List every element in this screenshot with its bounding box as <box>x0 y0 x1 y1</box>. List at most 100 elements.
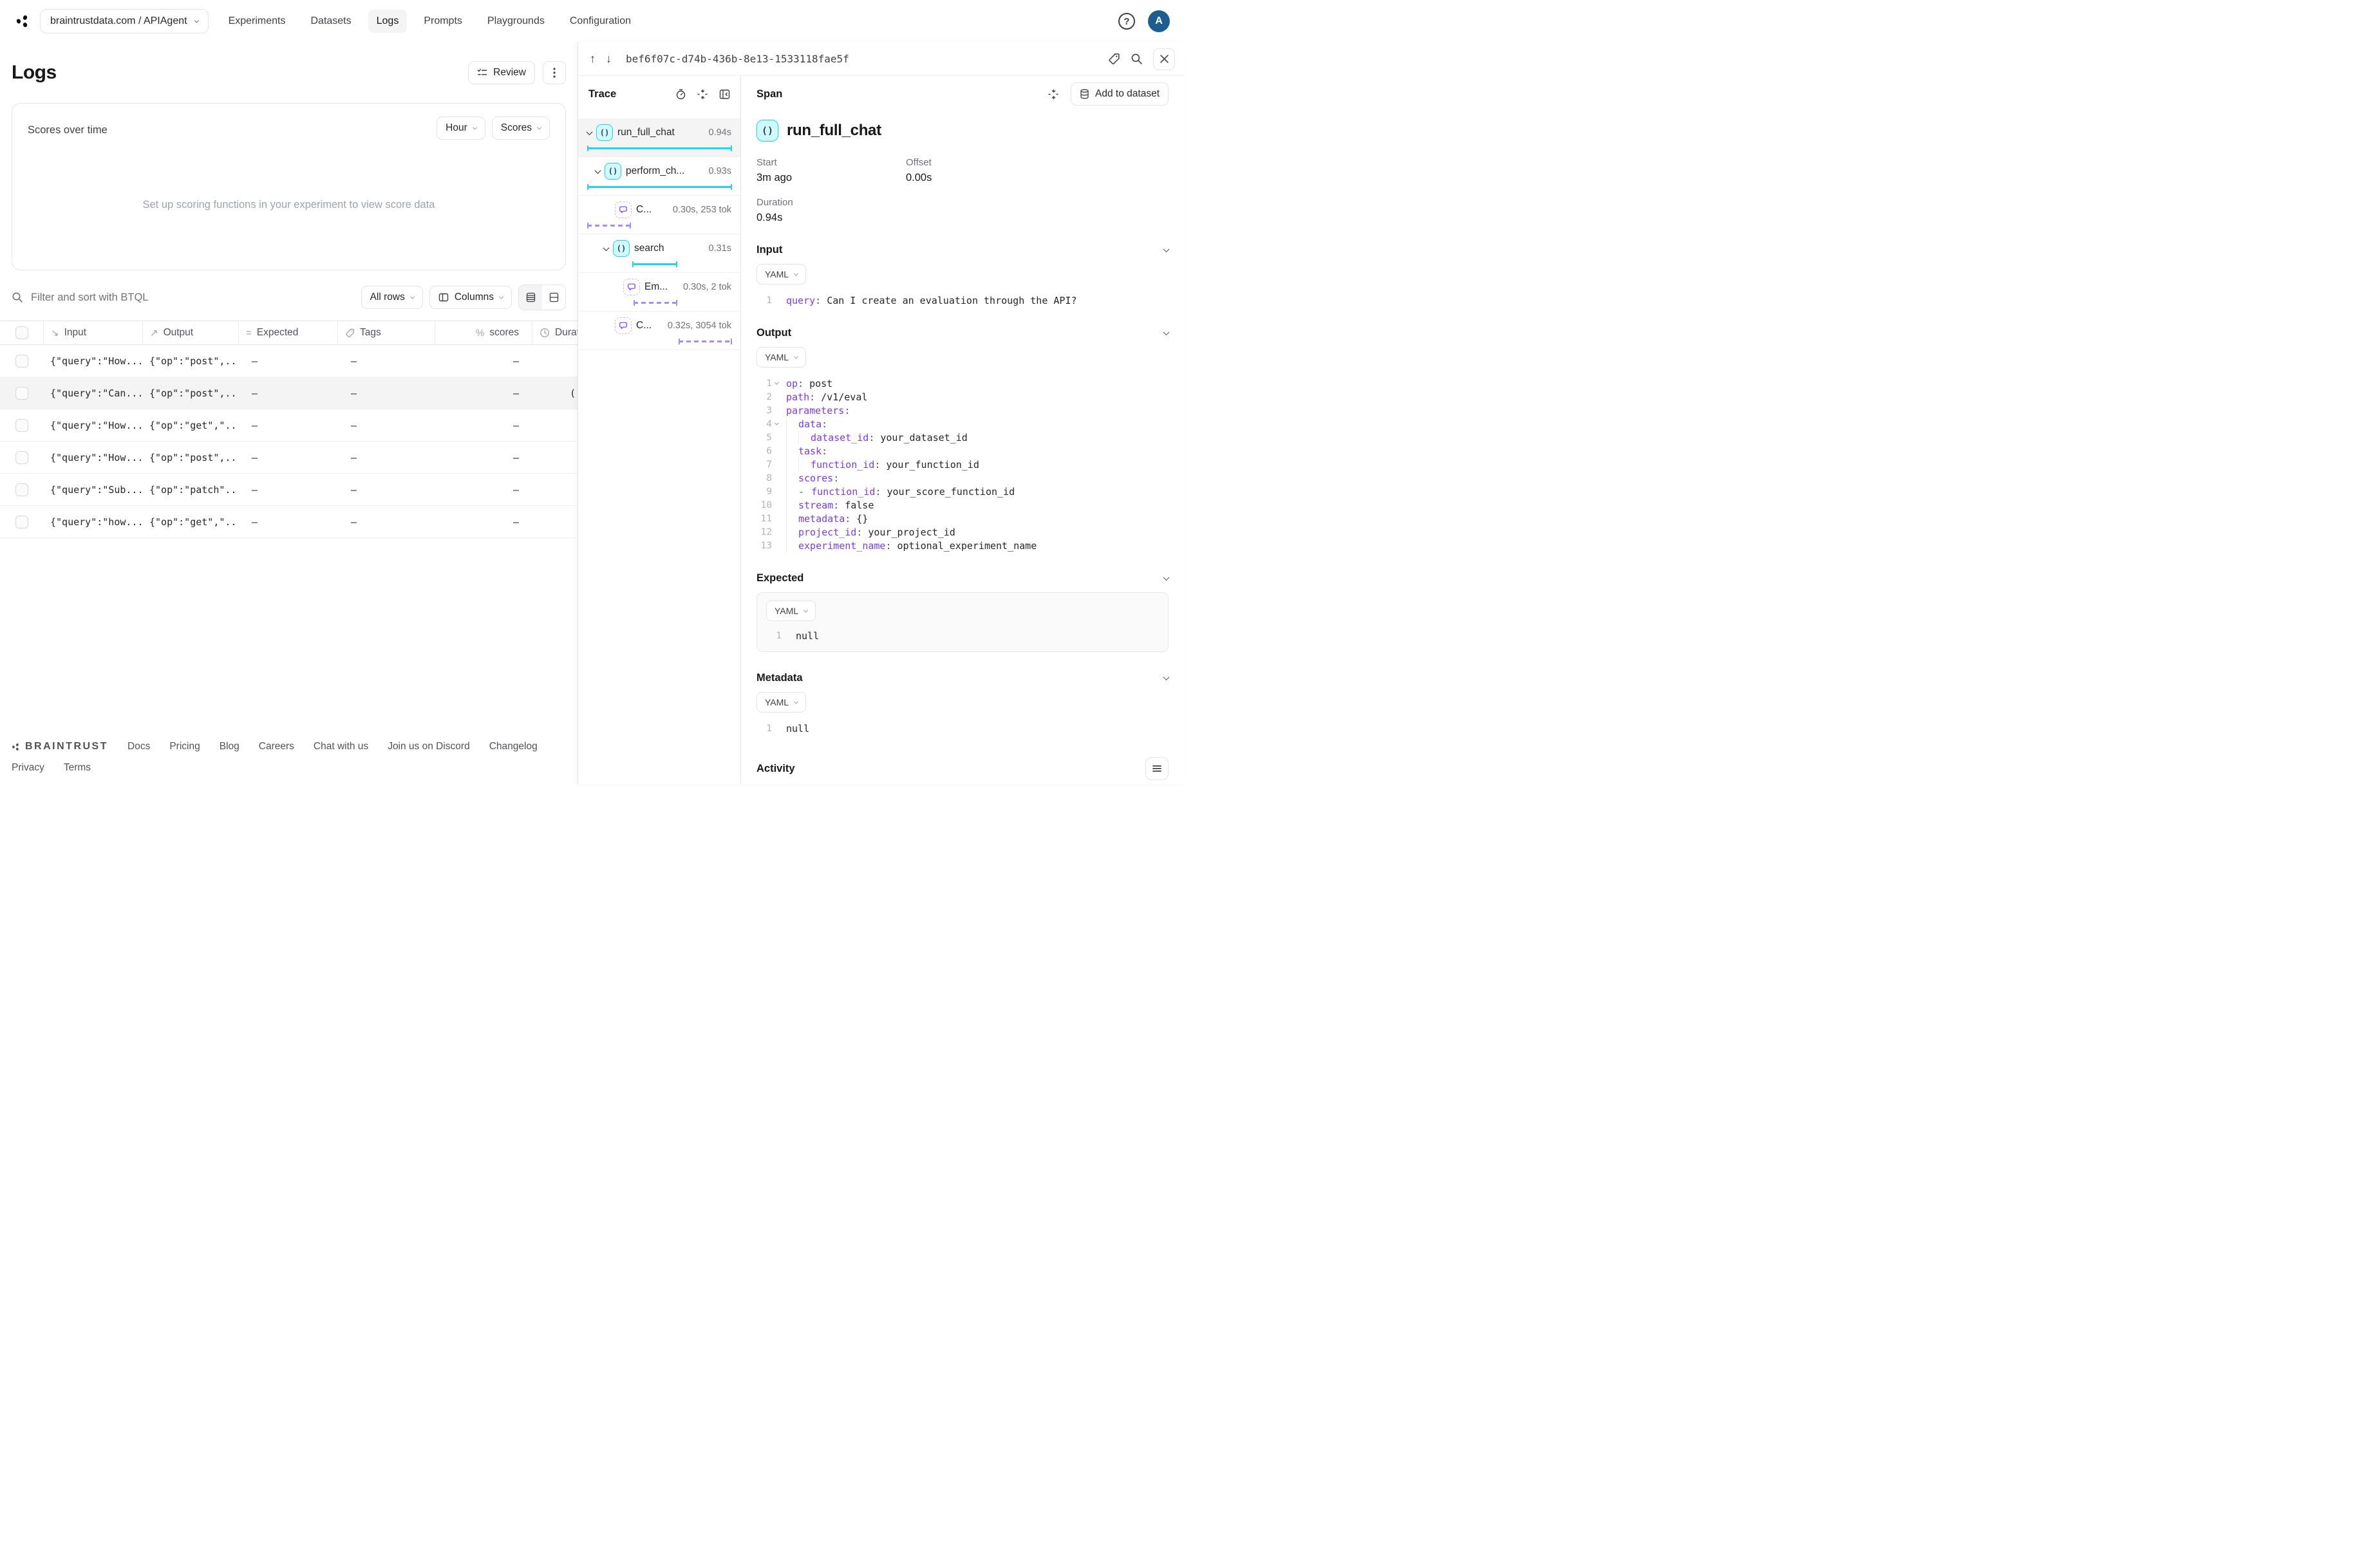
review-button[interactable]: Review <box>468 61 535 84</box>
nav-item-logs[interactable]: Logs <box>368 10 408 33</box>
dense-view-icon[interactable] <box>519 285 542 310</box>
collapse-panel-icon[interactable] <box>719 89 730 100</box>
table-row[interactable]: {"query":"how... {"op":"get","... – – – <box>0 506 605 538</box>
trace-node-embedding[interactable]: Em... 0.30s, 2 tok <box>578 273 740 312</box>
footer-link-docs[interactable]: Docs <box>127 741 150 752</box>
interval-dropdown[interactable]: Hour <box>437 117 485 140</box>
format-dropdown[interactable]: YAML <box>756 264 807 285</box>
column-header-expected[interactable]: = Expected <box>238 321 337 344</box>
collapse-vertical-icon[interactable] <box>697 89 708 100</box>
empty-state-message: Set up scoring functions in your experim… <box>142 199 435 210</box>
chevron-down-icon <box>498 294 504 299</box>
row-checkbox[interactable] <box>15 354 28 368</box>
btql-filter-input[interactable] <box>30 290 355 304</box>
column-header-output[interactable]: ↗ Output <box>142 321 238 344</box>
chevron-down-icon[interactable] <box>594 167 601 174</box>
footer-link-discord[interactable]: Join us on Discord <box>388 741 470 752</box>
fold-icon[interactable] <box>774 420 779 425</box>
chevron-down-icon[interactable] <box>603 244 610 251</box>
expected-value-box: YAML 1 null <box>756 592 1169 652</box>
columns-icon <box>438 292 449 303</box>
column-header-tags[interactable]: Tags <box>337 321 435 344</box>
footer-link-chat[interactable]: Chat with us <box>314 741 368 752</box>
nav-item-datasets[interactable]: Datasets <box>302 10 359 33</box>
metric-dropdown[interactable]: Scores <box>491 117 550 140</box>
duration-value: 0.94s <box>756 212 783 223</box>
chevron-down-icon[interactable] <box>1163 574 1170 581</box>
row-checkbox[interactable] <box>15 483 28 496</box>
table-row-selected[interactable]: {"query":"Can... {"op":"post",... – – – … <box>0 377 605 409</box>
columns-dropdown[interactable]: Columns <box>429 286 512 309</box>
previous-row-icon[interactable]: ↑ <box>590 52 596 66</box>
logs-page: Logs Review Scores over time Hour Scores <box>0 42 605 784</box>
format-dropdown[interactable]: YAML <box>766 601 816 621</box>
row-checkbox[interactable] <box>15 418 28 432</box>
row-checkbox[interactable] <box>15 451 28 464</box>
card-title: Scores over time <box>28 124 108 136</box>
offset-value: 0.00s <box>906 172 932 183</box>
chevron-down-icon[interactable] <box>1163 328 1170 335</box>
trace-node-completion[interactable]: C... 0.30s, 253 tok <box>578 196 740 234</box>
format-dropdown[interactable]: YAML <box>756 347 807 368</box>
scores-over-time-card: Scores over time Hour Scores Set up scor… <box>12 103 566 270</box>
footer-link-blog[interactable]: Blog <box>220 741 240 752</box>
span-fields: Start 3m ago Offset 0.00s Duration 0.94s <box>756 157 1169 224</box>
chevron-down-icon[interactable] <box>586 128 593 135</box>
column-header-input[interactable]: ↘ Input <box>43 321 142 344</box>
table-row[interactable]: {"query":"Sub... {"op":"patch"... – – – <box>0 474 605 506</box>
more-options-button[interactable] <box>543 61 566 84</box>
nav-item-playgrounds[interactable]: Playgrounds <box>479 10 553 33</box>
row-checkbox[interactable] <box>15 386 28 400</box>
footer-link-terms[interactable]: Terms <box>64 762 91 774</box>
chevron-down-icon[interactable] <box>1163 673 1170 680</box>
trace-node-search[interactable]: () search 0.31s <box>578 234 740 273</box>
next-row-icon[interactable]: ↓ <box>606 52 612 66</box>
braintrust-logo-icon[interactable] <box>15 14 30 28</box>
chevron-down-icon <box>794 271 799 276</box>
close-panel-button[interactable] <box>1153 48 1175 70</box>
select-all-checkbox[interactable] <box>15 326 28 339</box>
search-icon <box>12 292 23 303</box>
trace-node-run-full-chat[interactable]: () run_full_chat 0.94s <box>578 118 740 157</box>
footer-link-changelog[interactable]: Changelog <box>489 741 538 752</box>
expected-section: Expected YAML 1 null <box>756 572 1170 652</box>
brand-glyph-icon <box>12 743 20 751</box>
comfortable-view-icon[interactable] <box>542 285 565 310</box>
format-dropdown[interactable]: YAML <box>756 692 807 713</box>
function-icon: () <box>613 240 630 257</box>
trace-id: bef6f07c-d74b-436b-8e13-1533118fae5f <box>626 53 849 65</box>
percent-icon: % <box>476 327 485 339</box>
equals-icon: = <box>246 327 252 339</box>
table-row[interactable]: {"query":"How... {"op":"post",... – – – <box>0 442 605 474</box>
table-row[interactable]: {"query":"How... {"op":"get","... – – – <box>0 409 605 442</box>
footer-link-pricing[interactable]: Pricing <box>169 741 200 752</box>
collapse-vertical-icon[interactable] <box>1048 89 1059 100</box>
row-checkbox[interactable] <box>15 515 28 528</box>
function-icon: () <box>756 120 778 142</box>
add-to-dataset-button[interactable]: Add to dataset <box>1071 82 1169 106</box>
project-selector-label: braintrustdata.com / APIAgent <box>50 15 187 26</box>
nav-item-prompts[interactable]: Prompts <box>415 10 471 33</box>
column-header-scores[interactable]: % scores <box>435 321 532 344</box>
stopwatch-icon[interactable] <box>675 89 686 100</box>
tag-icon[interactable] <box>1108 53 1120 65</box>
panel-header: ↑ ↓ bef6f07c-d74b-436b-8e13-1533118fae5f <box>578 42 1184 76</box>
chevron-down-icon[interactable] <box>1163 245 1170 252</box>
rows-dropdown[interactable]: All rows <box>361 286 423 309</box>
nav-item-experiments[interactable]: Experiments <box>220 10 294 33</box>
trace-tree: Trace () run_full_chat 0.94s () perform_… <box>578 76 741 784</box>
table-row[interactable]: {"query":"How... {"op":"post",... – – – <box>0 345 605 377</box>
search-icon[interactable] <box>1131 53 1143 65</box>
fold-icon[interactable] <box>774 380 779 385</box>
help-icon[interactable]: ? <box>1118 13 1135 30</box>
chevron-down-icon <box>803 608 809 613</box>
trace-node-perform-chat[interactable]: () perform_ch... 0.93s <box>578 157 740 196</box>
nav-item-configuration[interactable]: Configuration <box>561 10 639 33</box>
activity-menu-button[interactable] <box>1145 757 1169 780</box>
project-selector[interactable]: braintrustdata.com / APIAgent <box>40 9 209 33</box>
timeline-bar <box>587 184 732 190</box>
avatar[interactable]: A <box>1148 10 1170 32</box>
footer-link-privacy[interactable]: Privacy <box>12 762 44 774</box>
trace-node-completion-2[interactable]: C... 0.32s, 3054 tok <box>578 312 740 350</box>
footer-link-careers[interactable]: Careers <box>259 741 294 752</box>
